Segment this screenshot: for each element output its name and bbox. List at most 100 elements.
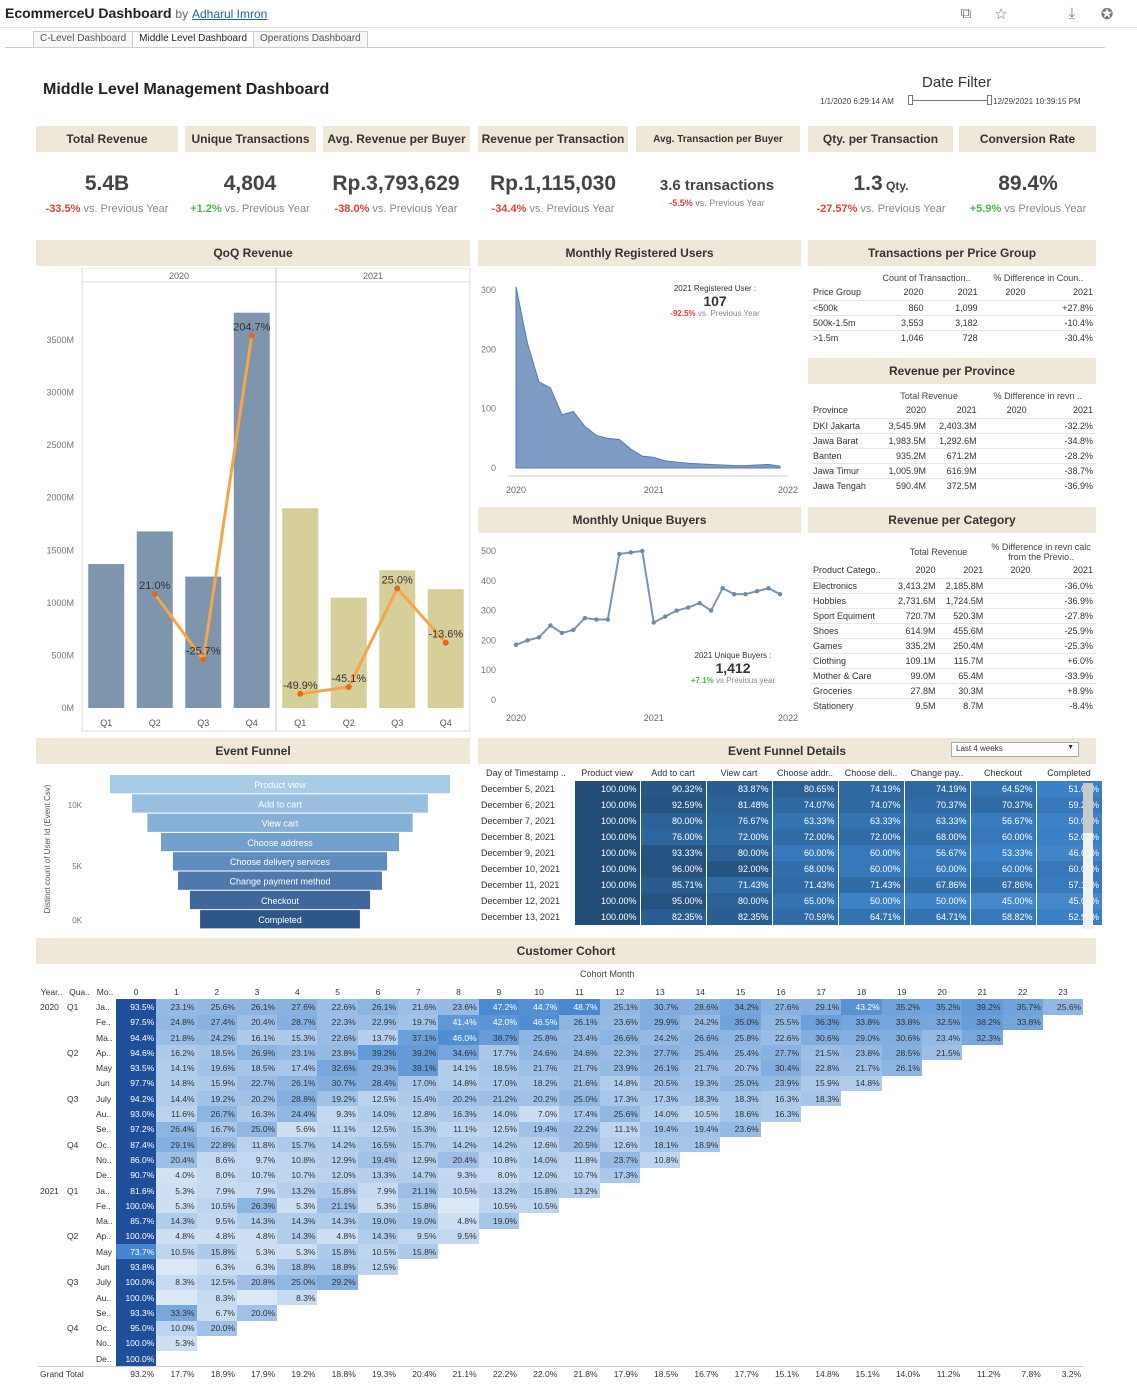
tab-c-level[interactable]: C-Level Dashboard [33,31,134,47]
cohort-row[interactable]: Q3 July 100.0% 8.3% 12.5% 20.8% 25.0% 29.2% [38,1274,1084,1290]
table-column-header[interactable]: Day of Timestamp .. [478,765,574,781]
cohort-row[interactable]: Jun 93.8% 6.3% 6.3% 18.8% 18.8% 12.5% [38,1259,1084,1275]
cohort-row[interactable]: May 73.7% 10.5% 15.8% 5.3% 5.3% 15.8% 10.5% 15.8… [38,1244,1084,1260]
buyers-point[interactable] [628,550,633,555]
buyers-point[interactable] [513,642,519,648]
cohort-row[interactable]: De.. 90.7% 4.0% 8.0% 10.7% 10.7% 12.0% 13.3% 14.… [38,1167,1084,1183]
table-row[interactable]: Banten 935.2M 671.2M -28.2% [810,447,1096,463]
buyers-point[interactable] [525,638,530,643]
cohort-row[interactable]: 2021 Q1 Ja.. 81.6% 5.3% 7.9% 7.9% 13.2% 15.8% 7.9… [38,1182,1084,1199]
date-filter-start-handle[interactable] [908,95,913,105]
funnel-details-scrollbar[interactable] [1083,783,1093,929]
buyers-point[interactable] [766,586,771,591]
revenue-bar[interactable] [282,508,319,708]
cohort-row[interactable]: Au.. 93.0% 11.6% 26.7% 16.3% 24.4% 9.3% 14.0% 12… [38,1106,1084,1122]
table-column-header[interactable]: Choose addr.. [772,765,838,781]
cohort-row[interactable]: May 93.5% 14.1% 19.6% 18.5% 17.4% 32.6% 29.3% 39… [38,1060,1084,1076]
table-column-header[interactable]: Choose deli.. [838,765,904,781]
table-column-header[interactable]: Checkout [970,765,1036,781]
date-filter-end-handle[interactable] [987,95,992,105]
revenue-bar[interactable] [427,589,464,708]
tab-middle-level[interactable]: Middle Level Dashboard [132,31,255,47]
table-row[interactable]: December 11, 2021 100.00% 85.71% 71.43% 71.4… [478,877,1102,893]
cohort-row[interactable]: Q4 Oc.. 95.0% 10.0% 20.0% [38,1320,1084,1336]
buyers-point[interactable] [777,591,783,597]
table-row[interactable]: Clothing 109.1M 115.7M +6.0% [810,652,1096,668]
buyers-point[interactable] [582,615,588,621]
buyers-point[interactable] [754,589,760,594]
table-row[interactable]: December 13, 2021 100.00% 82.35% 82.35% 70.5… [478,909,1102,925]
revenue-bar[interactable] [330,597,367,708]
table-row[interactable]: Jawa Tengah 590.4M 372.5M -36.9% [810,477,1096,493]
date-filter-slider[interactable] [910,100,990,101]
table-column-header[interactable]: Product view [574,765,640,781]
period-dropdown[interactable]: Last 4 weeks ▼ [951,742,1079,757]
table-row[interactable]: Games 335.2M 250.4M -25.3% [810,637,1096,653]
buyers-point[interactable] [559,630,565,636]
table-row[interactable]: Jawa Timur 1,005.9M 616.9M -38.7% [810,462,1096,478]
cohort-row[interactable]: Q3 July 94.2% 14.4% 19.2% 20.2% 28.8% 19.2% 12.5… [38,1091,1084,1107]
table-row[interactable]: Groceries 27.8M 30.3M +8.9% [810,682,1096,698]
buyers-point[interactable] [708,608,714,613]
cohort-row[interactable]: Fe.. 97.5% 24.8% 27.4% 20.4% 28.7% 22.3% 22.9% 1… [38,1014,1084,1030]
buyers-point[interactable] [594,617,599,622]
copy-icon[interactable]: ⧉ [957,5,975,22]
table-row[interactable]: Jawa Barat 1,983.5M 1,292.6M -34.8% [810,432,1096,448]
table-row[interactable]: DKI Jakarta 3,545.9M 2,403.3M -32.2% [810,417,1096,433]
author-link[interactable]: Adharul Imron [192,7,267,21]
table-column-header[interactable]: Add to cart [640,765,706,781]
cohort-row[interactable]: De.. 100.0% [38,1351,1084,1367]
buyers-point[interactable] [617,551,622,557]
cohort-row[interactable]: Se.. 97.2% 26.4% 16.7% 25.0% 5.6% 11.1% 12.5% 15… [38,1121,1084,1137]
table-row[interactable]: <500k 860 1,099 +27.8% [810,299,1096,315]
table-row[interactable]: December 10, 2021 100.00% 96.00% 92.00% 68.0… [478,861,1102,877]
buyers-point[interactable] [685,605,691,610]
table-row[interactable]: >1.5m 1,046 728 -30.4% [810,329,1096,345]
table-row[interactable]: Stationery 9.5M 8.7M -8.4% [810,697,1096,713]
download-icon[interactable]: ⤓ [1063,5,1081,22]
star-icon[interactable]: ☆ [992,5,1010,23]
cohort-row[interactable]: Q2 Ap.. 100.0% 4.8% 4.8% 4.8% 14.3% 4.8% 14.3% 9.… [38,1228,1084,1245]
cohort-row[interactable]: Ma.. 94.4% 21.8% 24.2% 16.1% 15.3% 22.6% 13.7% 3… [38,1029,1084,1046]
table-row[interactable]: December 8, 2021 100.00% 76.00% 72.00% 72.00… [478,829,1102,845]
table-row[interactable]: December 9, 2021 100.00% 93.33% 80.00% 60.00… [478,845,1102,861]
table-column-header[interactable]: View cart [706,765,772,781]
buyers-point[interactable] [605,617,611,622]
buyers-point[interactable] [548,623,553,628]
revenue-bar[interactable] [136,531,173,708]
table-row[interactable]: Electronics 3,413.2M 2,185.8M -36.0% [810,577,1096,593]
buyers-point[interactable] [731,591,737,597]
cohort-row[interactable]: Ma.. 85.7% 14.3% 9.5% 14.3% 14.3% 14.3% 19.0% 19… [38,1213,1084,1229]
buyers-point[interactable] [697,600,702,606]
cohort-row[interactable]: Jun 97.7% 14.8% 15.9% 22.7% 26.1% 30.7% 28.4% 17… [38,1075,1084,1092]
buyers-point[interactable] [663,614,668,619]
table-row[interactable]: December 12, 2021 100.00% 95.00% 80.00% 65.0… [478,893,1102,909]
table-row[interactable]: December 6, 2021 100.00% 92.59% 81.48% 74.07… [478,797,1102,813]
table-row[interactable]: Shoes 614.9M 455.6M -25.9% [810,622,1096,638]
buyers-point[interactable] [674,608,679,613]
cohort-row[interactable]: Au.. 100.0% 8.3% 8.3% [38,1289,1084,1306]
table-row[interactable]: Hobbies 2,731.6M 1,724.5M -36.9% [810,592,1096,608]
table-row[interactable]: 500k-1.5m 3,553 3,182 -10.4% [810,314,1096,330]
table-row[interactable]: December 5, 2021 100.00% 90.32% 83.87% 80.65… [478,781,1102,797]
cohort-row[interactable]: Se.. 93.3% 33.3% 6.7% 20.0% [38,1305,1084,1321]
buyers-point[interactable] [651,620,656,625]
table-column-header[interactable]: Completed [1036,765,1102,781]
cohort-row[interactable]: Q2 Ap.. 94.6% 16.2% 18.5% 26.9% 23.1% 23.8% 39.2… [38,1045,1084,1061]
cohort-row[interactable]: Q4 Oc.. 87.4% 29.1% 22.8% 11.8% 15.7% 14.2% 16.5… [38,1136,1084,1153]
tab-operations[interactable]: Operations Dashboard [253,31,368,47]
cohort-row[interactable]: No.. 86.0% 20.4% 8.6% 9.7% 10.8% 12.9% 19.4% 12.… [38,1152,1084,1168]
table-row[interactable]: Sport Equiment 720.7M 520.3M -27.8% [810,607,1096,623]
table-row[interactable]: December 7, 2021 100.00% 80.00% 76.67% 63.33… [478,813,1102,829]
table-row[interactable]: Mother & Care 99.0M 65.4M -33.9% [810,667,1096,683]
buyers-point[interactable] [571,627,576,633]
buyers-point[interactable] [640,548,645,554]
badge-icon[interactable]: ✪ [1098,5,1116,23]
cohort-row[interactable]: 2020 Q1 Ja.. 93.5% 23.1% 25.6% 26.1% 27.6% 22.6%… [38,999,1084,1015]
buyers-point[interactable] [720,586,725,591]
cohort-row[interactable]: No.. 100.0% 5.3% [38,1335,1084,1352]
buyers-point[interactable] [743,591,748,597]
cohort-row[interactable]: Fe.. 100.0% 5.3% 10.5% 26.3% 5.3% 21.1% 5.3% 15.… [38,1198,1084,1214]
buyers-point[interactable] [536,635,542,640]
revenue-bar[interactable] [88,563,125,708]
